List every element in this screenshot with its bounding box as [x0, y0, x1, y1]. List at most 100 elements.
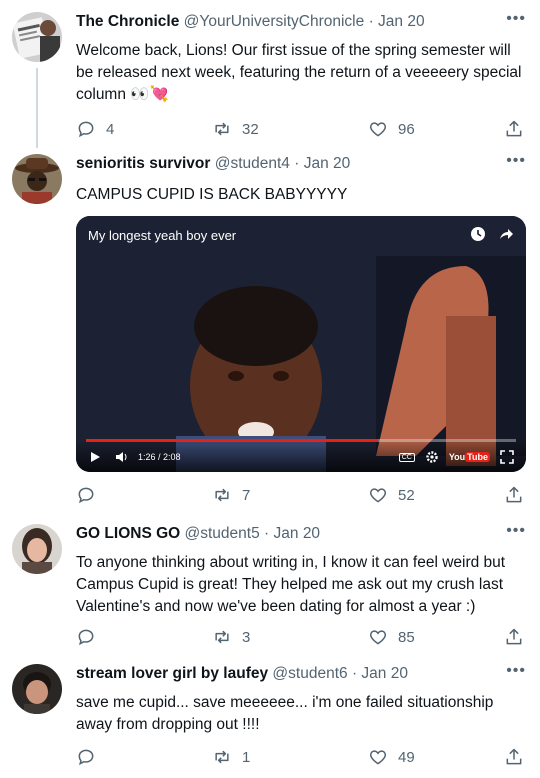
cowboy-avatar-icon: [12, 154, 62, 204]
youtube-logo-tube: Tube: [465, 452, 490, 462]
avatar[interactable]: [12, 12, 62, 62]
tweet-stream-lover[interactable]: stream lover girl by laufey @student6 · …: [0, 662, 540, 772]
share-icon: [506, 120, 522, 137]
more-options-icon[interactable]: •••: [506, 152, 526, 170]
tweet-chronicle[interactable]: The Chronicle @YourUniversityChronicle ·…: [0, 10, 540, 148]
reply-count: 4: [106, 120, 115, 138]
like-count: 85: [398, 628, 415, 646]
retweet-count: 32: [242, 120, 259, 138]
watch-later-icon[interactable]: [470, 226, 486, 242]
reply-icon: [78, 121, 94, 138]
share-button[interactable]: [504, 626, 524, 648]
tweet-header: GO LIONS GO @student5 · Jan 20: [76, 524, 496, 544]
retweet-button[interactable]: 32: [212, 118, 259, 140]
retweet-icon: [215, 630, 229, 644]
separator: ·: [264, 525, 270, 542]
video-right-controls: CC You Tube: [398, 450, 514, 464]
retweet-button[interactable]: 7: [212, 484, 250, 506]
like-button[interactable]: 85: [368, 626, 415, 648]
share-icon: [506, 628, 522, 645]
captions-button[interactable]: CC: [398, 452, 415, 462]
display-name[interactable]: The Chronicle: [76, 13, 179, 30]
video-progress-bar[interactable]: [86, 439, 516, 442]
video-frame-image: [76, 216, 526, 472]
tweet-header: The Chronicle @YourUniversityChronicle ·…: [76, 12, 496, 32]
display-name[interactable]: senioritis survivor: [76, 155, 210, 172]
like-count: 49: [398, 748, 415, 766]
reply-button[interactable]: 4: [76, 118, 114, 140]
like-count: 96: [398, 120, 415, 138]
tweet-actions: 1 49: [76, 746, 524, 768]
tweet-text: To anyone thinking about writing in, I k…: [76, 554, 506, 615]
more-options-icon[interactable]: •••: [506, 522, 526, 540]
tweet-date[interactable]: Jan 20: [378, 13, 425, 30]
retweet-button[interactable]: 1: [212, 746, 250, 768]
video-progress-fill: [86, 439, 379, 442]
tweet-actions: 7 52: [76, 484, 524, 506]
embedded-video[interactable]: My longest yeah boy ever 1:26 / 2:08 CC …: [76, 216, 526, 472]
video-top-icons: [470, 226, 514, 242]
tweet-actions: 3 85: [76, 626, 524, 648]
selfie-avatar-icon: [12, 524, 62, 574]
reply-icon: [78, 487, 94, 504]
like-button[interactable]: 96: [368, 118, 415, 140]
tweet-date[interactable]: Jan 20: [274, 525, 321, 542]
like-button[interactable]: 52: [368, 484, 415, 506]
share-video-icon[interactable]: [498, 226, 514, 242]
youtube-logo[interactable]: You Tube: [449, 452, 490, 462]
youtube-logo-you: You: [448, 452, 466, 462]
display-name[interactable]: stream lover girl by laufey: [76, 665, 268, 682]
tweet-header: stream lover girl by laufey @student6 · …: [76, 664, 496, 684]
fullscreen-icon[interactable]: [500, 450, 514, 464]
tweet-text: CAMPUS CUPID IS BACK BABYYYYY: [76, 186, 348, 203]
separator: ·: [368, 13, 374, 30]
volume-icon[interactable]: [114, 450, 128, 464]
heart-icon: [369, 122, 387, 137]
retweet-button[interactable]: 3: [212, 626, 250, 648]
heart-icon: [369, 630, 387, 645]
user-handle[interactable]: @student4: [215, 155, 290, 172]
reply-button[interactable]: [76, 626, 106, 648]
separator: ·: [294, 155, 300, 172]
reply-icon: [78, 629, 94, 646]
tweet-text: Welcome back, Lions! Our first issue of …: [76, 40, 522, 106]
tweet-go-lions[interactable]: GO LIONS GO @student5 · Jan 20 ••• To an…: [0, 522, 540, 654]
reply-button[interactable]: [76, 746, 106, 768]
more-options-icon[interactable]: •••: [506, 662, 526, 680]
video-title: My longest yeah boy ever: [88, 228, 237, 243]
retweet-icon: [215, 488, 229, 502]
video-time: 1:26 / 2:08: [138, 452, 181, 462]
avatar[interactable]: [12, 664, 62, 714]
share-button[interactable]: [504, 746, 524, 768]
user-handle[interactable]: @YourUniversityChronicle: [184, 13, 365, 30]
user-handle[interactable]: @student6: [272, 665, 347, 682]
retweet-icon: [215, 122, 229, 136]
avatar[interactable]: [12, 154, 62, 204]
retweet-count: 1: [242, 748, 251, 766]
eyes-heart-emoji: 👀💘: [130, 86, 169, 103]
more-options-icon[interactable]: •••: [506, 10, 526, 28]
display-name[interactable]: GO LIONS GO: [76, 525, 180, 542]
like-button[interactable]: 49: [368, 746, 415, 768]
newspaper-avatar-icon: [12, 12, 62, 62]
share-icon: [506, 748, 522, 765]
tweet-text: save me cupid... save meeeeee... i'm one…: [76, 694, 494, 733]
person-avatar-icon: [12, 664, 62, 714]
user-handle[interactable]: @student5: [185, 525, 260, 542]
heart-icon: [369, 488, 387, 503]
retweet-count: 7: [242, 486, 251, 504]
tweet-date[interactable]: Jan 20: [361, 665, 408, 682]
tweet-header: senioritis survivor @student4 · Jan 20: [76, 154, 496, 174]
share-button[interactable]: [504, 118, 524, 140]
tweet-date[interactable]: Jan 20: [304, 155, 351, 172]
share-icon: [506, 486, 522, 503]
heart-icon: [369, 750, 387, 765]
retweet-icon: [215, 750, 229, 764]
retweet-count: 3: [242, 628, 251, 646]
play-icon[interactable]: [88, 450, 102, 464]
settings-gear-icon[interactable]: [425, 450, 439, 464]
share-button[interactable]: [504, 484, 524, 506]
reply-button[interactable]: [76, 484, 106, 506]
tweet-senioritis[interactable]: senioritis survivor @student4 · Jan 20 •…: [0, 152, 540, 512]
avatar[interactable]: [12, 524, 62, 574]
